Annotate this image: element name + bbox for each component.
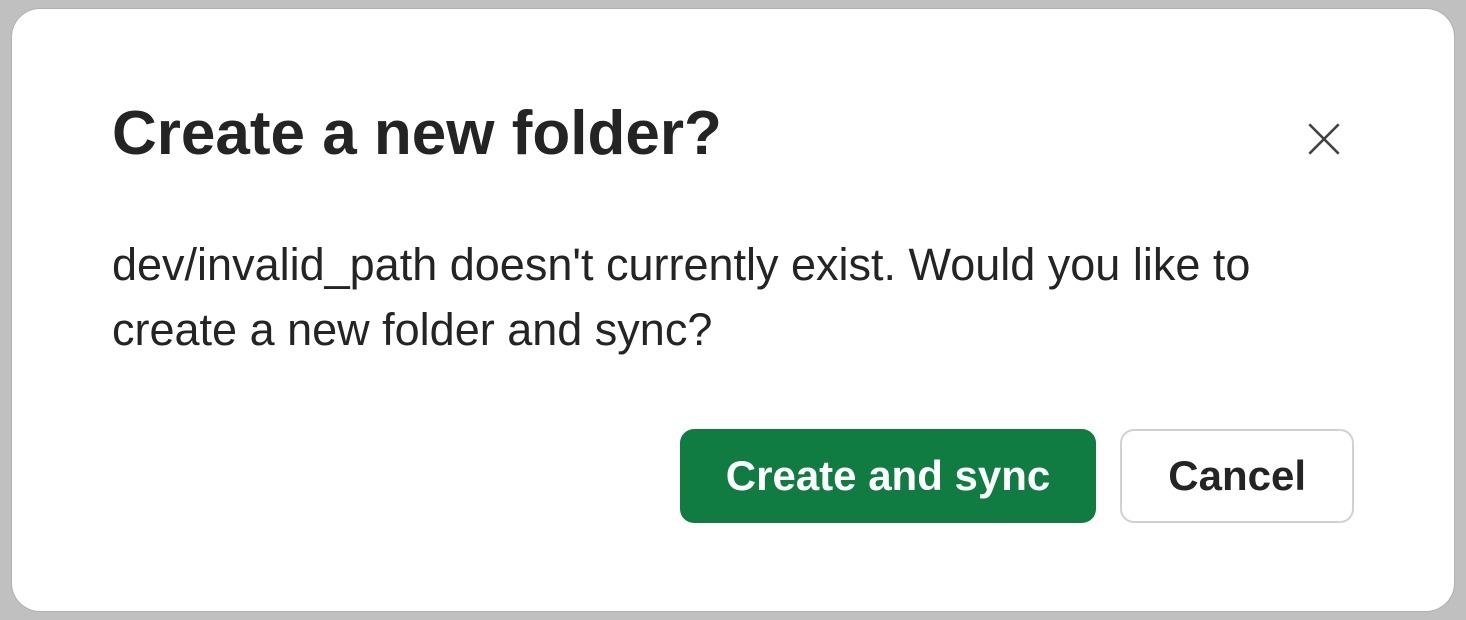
create-and-sync-button[interactable]: Create and sync [680, 429, 1096, 523]
dialog-title: Create a new folder? [112, 97, 722, 171]
dialog-header: Create a new folder? [112, 97, 1354, 172]
close-icon [1302, 117, 1346, 164]
cancel-button[interactable]: Cancel [1120, 429, 1354, 523]
dialog-message: dev/invalid_path doesn't currently exist… [112, 232, 1312, 363]
confirmation-dialog: Create a new folder? dev/invalid_path do… [12, 9, 1454, 611]
dialog-footer: Create and sync Cancel [680, 429, 1354, 523]
close-button[interactable] [1294, 109, 1354, 172]
